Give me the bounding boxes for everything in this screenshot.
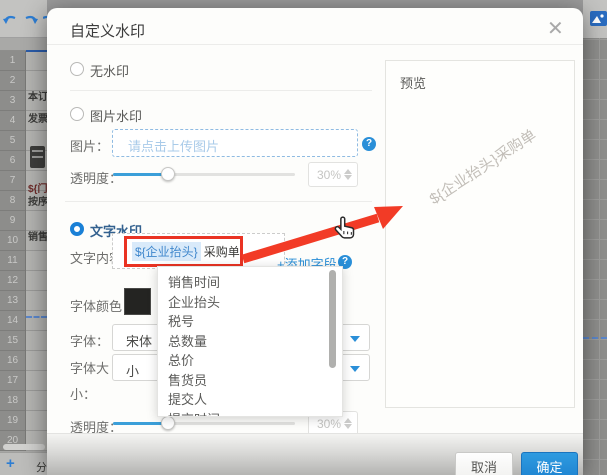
help-icon[interactable]: ?: [362, 137, 376, 151]
radio-text-watermark[interactable]: [70, 222, 84, 236]
dashed-selection-line: [26, 316, 47, 318]
row-headers: 1234567891011121314151617181920: [0, 51, 26, 451]
dropdown-item[interactable]: 销售时间: [158, 273, 342, 293]
divider: [47, 44, 583, 45]
row-header: 11: [0, 251, 25, 271]
image-opacity-value: 30%: [317, 168, 341, 182]
field-token[interactable]: ${企业抬头}: [132, 242, 201, 261]
font-color-swatch[interactable]: [124, 288, 151, 315]
font-size-select-value: 小: [126, 361, 139, 380]
row-header: 19: [0, 411, 25, 431]
dropdown-item[interactable]: 总价: [158, 351, 342, 371]
field-dropdown: 销售时间企业抬头税号总数量总价售货员提交人提交时间: [157, 266, 343, 417]
row-header: 9: [0, 211, 25, 231]
add-sheet-button[interactable]: +: [6, 455, 15, 472]
row-header: 6: [0, 151, 25, 171]
row-header: 7: [0, 171, 25, 191]
chevron-down-icon: [350, 336, 360, 342]
printer-icon: [30, 146, 45, 168]
dialog-title: 自定义水印: [70, 20, 145, 41]
font-size-label-line2: 小：: [70, 384, 96, 403]
print-area-border: [26, 50, 47, 52]
image-opacity-spinbox[interactable]: 30%: [308, 162, 358, 187]
row-header: 5: [0, 131, 25, 151]
row-header: 1: [0, 51, 25, 71]
screen: 1234567891011121314151617181920 本订货 发票抬 …: [0, 0, 607, 475]
background-spreadsheet-right: [583, 0, 607, 475]
cancel-button[interactable]: 取消: [455, 452, 513, 475]
annotation-red-box: ${企业抬头} 采购单: [124, 236, 243, 267]
slider-handle[interactable]: [161, 416, 175, 430]
dropdown-item[interactable]: 总数量: [158, 332, 342, 352]
row-header: 15: [0, 331, 25, 351]
row-header: 4: [0, 111, 25, 131]
text-opacity-value: 30%: [317, 417, 341, 431]
confirm-button[interactable]: 确定: [521, 452, 578, 475]
dropdown-item[interactable]: 提交人: [158, 390, 342, 410]
sheet-tab[interactable]: 分页: [36, 459, 47, 475]
close-icon[interactable]: ✕: [543, 12, 568, 45]
radio-image-watermark-label[interactable]: 图片水印: [90, 106, 142, 125]
row-header: 3: [0, 91, 25, 111]
content-suffix: 采购单: [204, 243, 240, 260]
font-size-label-line1: 字体大: [70, 358, 109, 377]
row-header: 18: [0, 391, 25, 411]
text-opacity-slider[interactable]: [113, 416, 295, 430]
dropdown-item[interactable]: 企业抬头: [158, 293, 342, 313]
dropdown-item[interactable]: 售货员: [158, 371, 342, 391]
redo-icon[interactable]: [24, 13, 38, 27]
font-label: 字体：: [70, 331, 109, 350]
divider: [65, 201, 372, 202]
divider: [70, 90, 372, 91]
image-tool-icon[interactable]: [590, 11, 607, 26]
radio-no-watermark[interactable]: [70, 62, 84, 76]
slider-handle[interactable]: [161, 167, 175, 181]
row-header: 14: [0, 311, 25, 331]
dropdown-scrollbar[interactable]: [329, 270, 336, 368]
slider-fill: [113, 173, 168, 176]
row-header: 2: [0, 71, 25, 91]
background-spreadsheet-left: 1234567891011121314151617181920 本订货 发票抬 …: [0, 0, 47, 475]
preview-panel: 预览 ${企业抬头}采购单: [385, 60, 575, 408]
upload-placeholder: 请点击上传图片: [128, 136, 357, 155]
dashed-selection-line: [583, 337, 607, 339]
row-header: 16: [0, 351, 25, 371]
image-label: 图片：: [70, 136, 109, 155]
custom-watermark-dialog: 自定义水印 ✕ 无水印 图片水印 图片： 请点击上传图片 ? 透明度： 30% …: [47, 8, 583, 475]
undo-icon[interactable]: [3, 13, 17, 27]
spin-down-icon[interactable]: [344, 424, 352, 429]
font-select-value: 宋体: [126, 331, 152, 350]
radio-image-watermark[interactable]: [70, 107, 84, 121]
radio-no-watermark-label[interactable]: 无水印: [90, 61, 129, 80]
watermark-preview-text: ${企业抬头}采购单: [408, 113, 558, 220]
spin-up-icon[interactable]: [344, 169, 352, 174]
spin-up-icon[interactable]: [344, 418, 352, 423]
image-opacity-slider[interactable]: [113, 167, 295, 181]
row-header: 12: [0, 271, 25, 291]
row-header: 8: [0, 191, 25, 211]
row-header: 17: [0, 371, 25, 391]
dropdown-item[interactable]: 税号: [158, 312, 342, 332]
row-header: 10: [0, 231, 25, 251]
spin-down-icon[interactable]: [344, 175, 352, 180]
horizontal-scrollbar[interactable]: [3, 444, 45, 450]
preview-label: 预览: [400, 73, 426, 92]
slider-fill: [113, 422, 168, 425]
upload-image-box[interactable]: 请点击上传图片: [112, 129, 358, 157]
dropdown-item[interactable]: 提交时间: [158, 410, 342, 418]
row-header: 13: [0, 291, 25, 311]
chevron-down-icon: [350, 366, 360, 372]
